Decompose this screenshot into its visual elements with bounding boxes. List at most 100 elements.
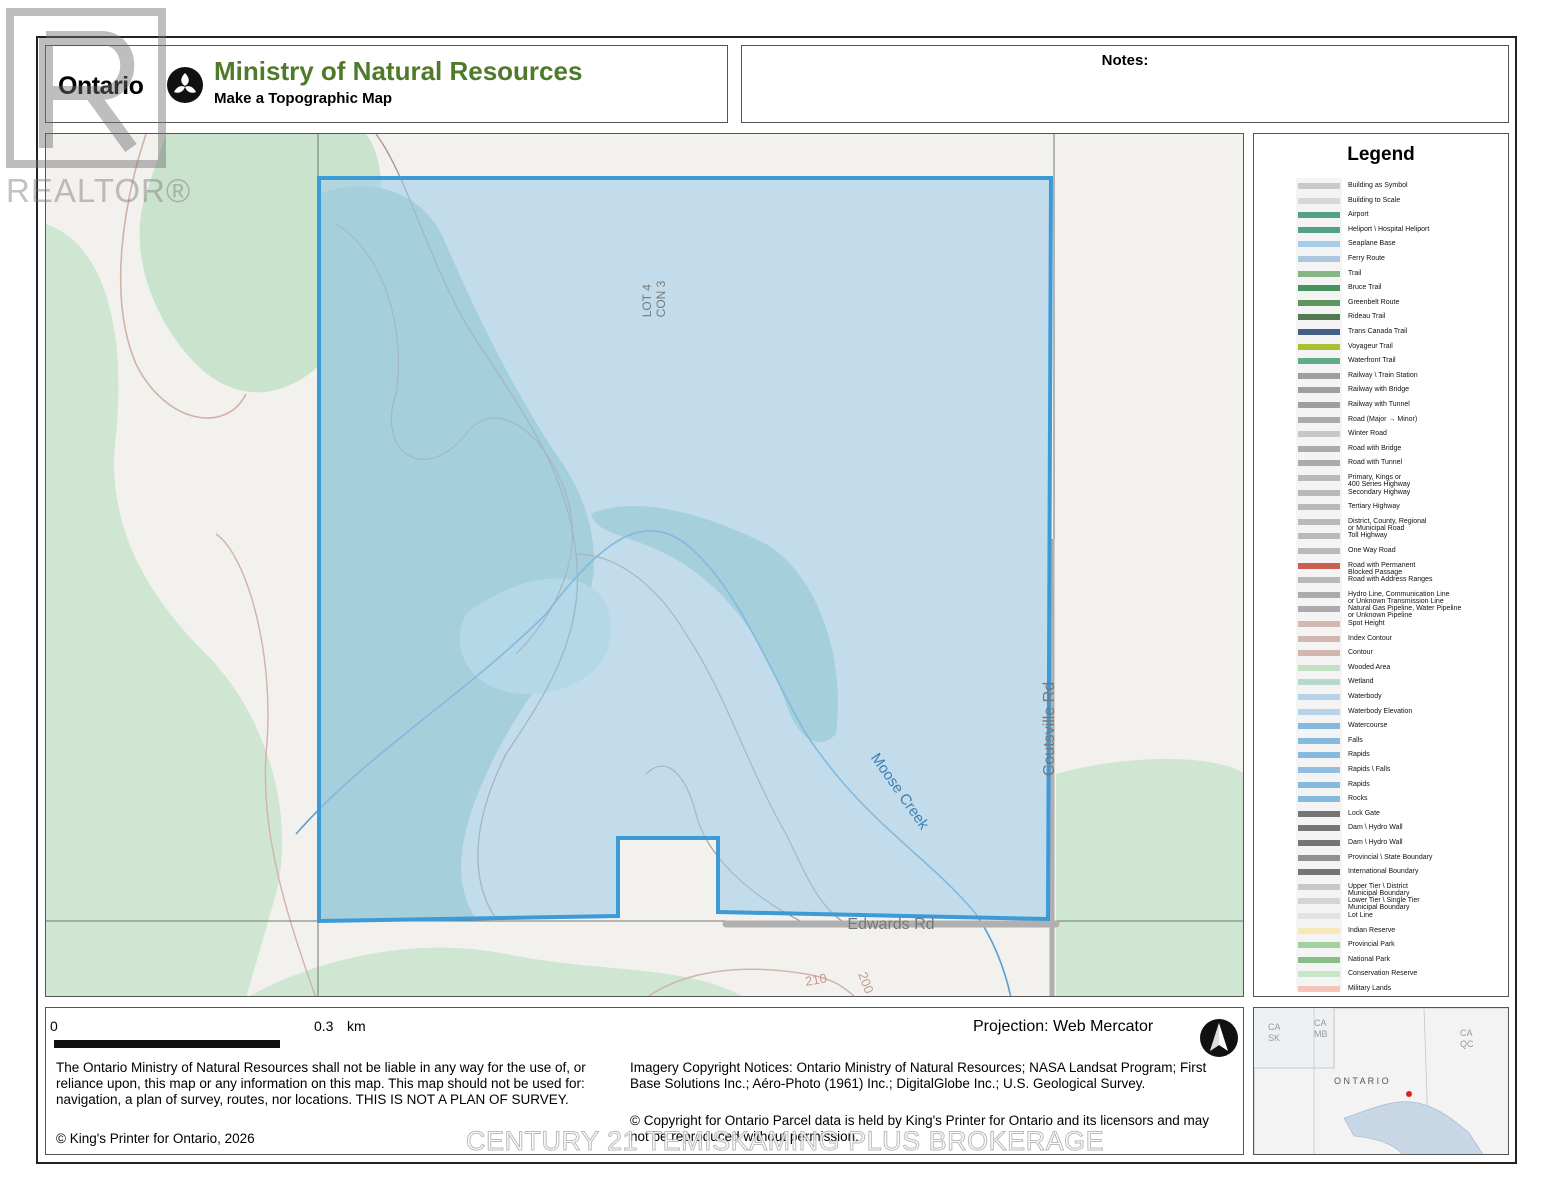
legend-symbol: [1298, 810, 1340, 817]
legend-symbol: [1298, 621, 1340, 627]
legend-symbol: [1298, 226, 1340, 233]
inset-map-graphic: CA SK CA MB CA QC O N T A R I O: [1254, 1008, 1508, 1154]
lot-label-line-1: LOT 4: [640, 284, 654, 317]
legend-symbol: [1298, 767, 1340, 773]
legend-item-label: Airport: [1348, 211, 1369, 219]
legend-panel: Legend Building as Symbol Building to Sca…: [1253, 133, 1509, 997]
legend-symbol: [1298, 343, 1340, 350]
location-marker-icon: [1406, 1091, 1412, 1097]
legend-symbol: [1298, 548, 1340, 554]
legend-item-label: Secondary Highway: [1348, 488, 1411, 496]
legend-symbol: [1298, 577, 1340, 584]
legend-item-label: Wetland: [1348, 678, 1374, 686]
legend-title: Legend: [1347, 144, 1415, 165]
inset-label-ontario: O N T A R I O: [1334, 1076, 1389, 1086]
legend-item-label: Provincial \ State Boundary: [1348, 853, 1433, 861]
realtor-watermark-text: REALTOR®: [6, 172, 192, 209]
legend-item-label: Waterfront Trail: [1348, 357, 1396, 365]
legend-item-label: Rapids \ Falls: [1348, 766, 1391, 773]
legend-symbol: [1298, 445, 1340, 452]
legend-item-label: Upper Tier \ District Municipal Boundary: [1348, 882, 1410, 897]
legend-item-label: Voyageur Trail: [1348, 342, 1393, 350]
map-subtitle: Make a Topographic Map: [214, 90, 393, 107]
legend-item-label: Falls: [1348, 736, 1363, 744]
realtor-logo-watermark: [6, 8, 166, 168]
legend-item-label: Contour: [1348, 649, 1373, 657]
legend-symbol: [1298, 285, 1340, 292]
legend-item-label: Hydro Line, Communication Line or Unknow…: [1348, 590, 1450, 605]
legend-item-label: Bruce Trail: [1348, 284, 1382, 292]
legend-item-label: One Way Road: [1348, 547, 1396, 554]
legend-item-label: Road with Bridge: [1348, 444, 1402, 452]
legend-item-label: Railway with Tunnel: [1348, 401, 1410, 408]
legend-item-label: Military Lands: [1348, 985, 1392, 992]
legend-symbol: [1298, 358, 1340, 365]
legend-item-label: Watercourse: [1348, 722, 1388, 730]
legend-symbol: [1298, 518, 1340, 525]
legend-item-label: Index Contour: [1348, 634, 1392, 642]
legend-item-label: Building as Symbol: [1348, 182, 1408, 189]
legend-item-label: Lock Gate: [1348, 809, 1380, 817]
legend-item-label: Spot Height: [1348, 620, 1385, 627]
legend-item-label: Ferry Route: [1348, 255, 1385, 262]
legend-symbol: [1298, 387, 1340, 394]
legend-symbol: [1298, 212, 1340, 219]
legend-item-label: Rapids: [1348, 780, 1370, 788]
legend-symbol: [1298, 679, 1340, 686]
legend-item-label: Rapids: [1348, 751, 1370, 759]
legend-item-label: Toll Highway: [1348, 532, 1388, 540]
legend-symbol: [1298, 270, 1340, 277]
legend-symbol: [1298, 183, 1340, 189]
coutsville-road-label: Coutsville Rd: [1041, 682, 1058, 776]
notes-block: Notes:: [741, 45, 1509, 123]
legend-symbol: [1298, 752, 1340, 759]
legend-symbol: [1298, 723, 1340, 730]
legend-item-label: Railway \ Train Station: [1348, 371, 1418, 379]
legend-symbol: [1298, 737, 1340, 744]
legend-symbol: [1298, 898, 1340, 905]
legend-item-label: National Park: [1348, 955, 1391, 963]
legend-symbol: [1298, 299, 1340, 306]
legend-item-label: Waterbody: [1348, 693, 1382, 700]
kings-printer-copyright: © King's Printer for Ontario, 2026: [56, 1131, 255, 1146]
inset-label-ca-qc: CA QC: [1460, 1028, 1474, 1049]
legend-symbol: [1298, 825, 1340, 832]
legend-item-label: Winter Road: [1348, 430, 1387, 438]
legend-symbol: [1298, 256, 1340, 262]
legend-item-label: Waterbody Elevation: [1348, 707, 1413, 715]
legend-item-label: Railway with Bridge: [1348, 386, 1410, 394]
scale-label-zero: 0: [50, 1018, 58, 1034]
legend-item-label: Lot Line: [1348, 912, 1373, 919]
legend-item-label: Dam \ Hydro Wall: [1348, 824, 1403, 832]
legend-symbol: [1298, 241, 1340, 248]
legend-symbol: [1298, 927, 1340, 934]
legend-symbol: [1298, 533, 1340, 540]
trillium-logo-icon: [167, 67, 203, 103]
projection-label: Projection: Web Mercator: [973, 1018, 1154, 1035]
legend-item-label: Dam \ Hydro Wall: [1348, 839, 1403, 846]
legend-item-label: Trail: [1348, 269, 1362, 277]
legend-symbol: [1298, 781, 1340, 788]
legend-item-label: Tertiary Highway: [1348, 503, 1400, 511]
overview-inset-map: CA SK CA MB CA QC O N T A R I O: [1253, 1007, 1509, 1155]
legend-item-label: Rideau Trail: [1348, 313, 1386, 321]
property-parcel[interactable]: [317, 176, 1054, 924]
topographic-map[interactable]: LOT 4 CON 3 Moose Creek Edwards Rd Couts…: [46, 134, 1244, 997]
legend-item-label: Road with Address Ranges: [1348, 576, 1433, 584]
legend-item-label: Indian Reserve: [1348, 926, 1396, 934]
legend-symbol: [1298, 913, 1340, 919]
legend-symbol: [1298, 314, 1340, 321]
legend-item-label: Conservation Reserve: [1348, 970, 1418, 978]
scale-label-max: 0.3: [314, 1018, 334, 1034]
notes-label: Notes:: [1101, 52, 1149, 69]
legend-symbol: [1298, 460, 1340, 467]
legend-symbol: [1298, 796, 1340, 803]
legend-item-label: International Boundary: [1348, 868, 1419, 876]
legend-symbol: [1298, 971, 1340, 978]
lot-label: LOT 4 CON 3: [640, 280, 668, 317]
legend-symbol: [1298, 883, 1340, 890]
map-frame[interactable]: LOT 4 CON 3 Moose Creek Edwards Rd Couts…: [45, 133, 1244, 997]
legend-symbol: [1298, 869, 1340, 876]
legend-item-label: District, County, Regional or Municipal …: [1348, 517, 1427, 532]
legend-item-label: Road with Tunnel: [1348, 459, 1403, 467]
